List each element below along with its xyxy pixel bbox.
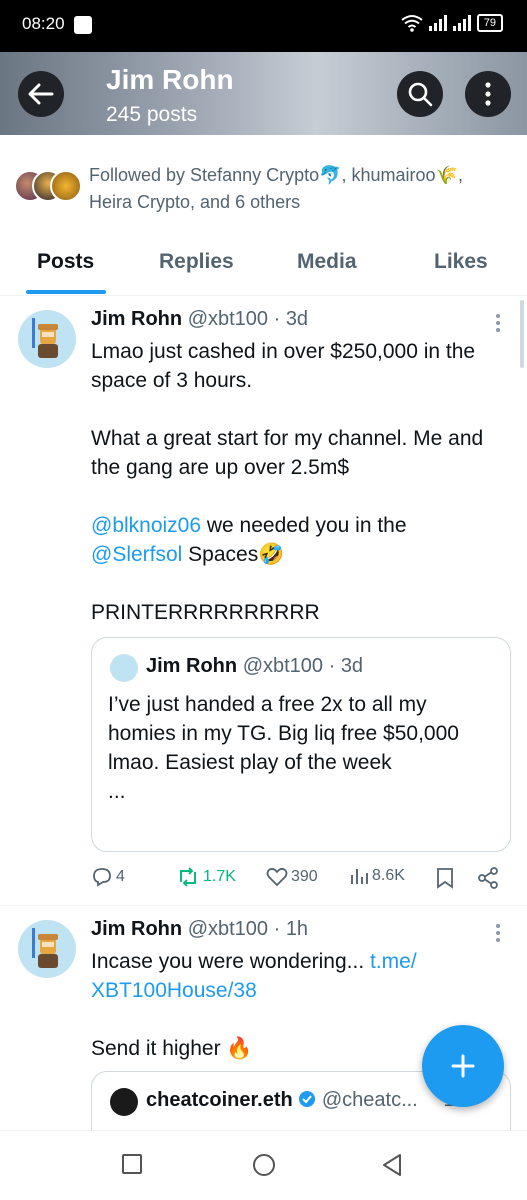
avatar-image (32, 318, 58, 358)
follower-avatars (14, 170, 84, 206)
tweet-text-line: What a great start for my channel. Me an… (91, 427, 484, 479)
wifi-icon (401, 15, 423, 32)
tweet-header: Jim Rohn @xbt100 · 3d (91, 308, 308, 331)
quote-header: cheatcoiner.eth @cheatc... 1h (146, 1089, 466, 1112)
views-count: 8.6K (372, 867, 405, 884)
quoted-tweet[interactable]: Jim Rohn @xbt100 · 3d I’ve just handed a… (91, 637, 511, 852)
more-vertical-icon (485, 82, 491, 106)
views-icon (351, 869, 368, 884)
compose-button[interactable] (422, 1025, 504, 1107)
like-count: 390 (291, 868, 318, 885)
tab-replies[interactable]: Replies (159, 250, 234, 274)
verified-icon (299, 1091, 316, 1107)
home-button[interactable] (252, 1153, 276, 1182)
views-button[interactable]: 8.6K (349, 867, 405, 885)
avatar[interactable] (18, 310, 76, 368)
author-name[interactable]: Jim Rohn (91, 918, 182, 940)
tweet-text-line: PRINTERRRRRRRRRR (91, 601, 320, 624)
post-count: 245 posts (106, 103, 198, 126)
mention-link[interactable]: @blknoiz06 (91, 514, 201, 537)
author-handle-time: @xbt100 · 3d (187, 308, 309, 330)
tab-posts[interactable]: Posts (37, 250, 94, 274)
battery-indicator: 79 (476, 14, 503, 32)
tab-likes[interactable]: Likes (434, 250, 488, 274)
tweet-text: Lmao just cashed in over $250,000 in the… (91, 337, 491, 627)
bookmark-button[interactable] (436, 867, 454, 889)
tweet-text: Incase you were wondering... t.me/ XBT10… (91, 947, 451, 1063)
profile-header: Jim Rohn 245 posts (0, 52, 527, 135)
quote-text-body: I’ve just handed a free 2x to all my hom… (108, 693, 459, 774)
system-nav-bar (0, 1130, 527, 1200)
signal-icon (428, 15, 447, 31)
like-icon (266, 867, 288, 887)
more-vertical-icon[interactable] (491, 924, 505, 944)
bookmark-icon (437, 868, 453, 889)
followed-by[interactable]: Followed by Stefanny Crypto🐬, khumairoo🌾… (14, 162, 514, 216)
tweet-text-fragment: we needed you in the (201, 514, 407, 537)
repost-count: 1.7K (203, 868, 236, 885)
tweet-text-line: @blknoiz06 we needed you in the @Slerfso… (91, 511, 491, 569)
profile-name: Jim Rohn (106, 64, 234, 95)
reply-button[interactable]: 4 (91, 867, 125, 887)
share-button[interactable] (477, 867, 499, 889)
search-button[interactable] (397, 71, 443, 117)
repost-icon (180, 867, 196, 887)
quote-author-name: cheatcoiner.eth (146, 1089, 293, 1111)
plus-icon (451, 1054, 475, 1078)
notification-icon (74, 16, 92, 34)
tweet-text-fragment: Incase you were wondering... (91, 950, 370, 973)
back-button[interactable] (18, 71, 64, 117)
tweet-actions: 4 1.7K 390 8.6K (91, 867, 511, 897)
followed-by-text: Followed by Stefanny Crypto🐬, khumairoo🌾… (89, 165, 463, 212)
more-vertical-icon[interactable] (491, 314, 505, 334)
tweet-text-line: Send it higher 🔥 (91, 1037, 253, 1060)
back-arrow-icon (28, 83, 54, 105)
tweet-text-line: Incase you were wondering... t.me/ XBT10… (91, 947, 451, 1005)
quote-handle-time: @xbt100 · 3d (242, 655, 364, 677)
recent-apps-icon (122, 1154, 142, 1174)
like-button[interactable]: 390 (266, 867, 318, 887)
tweet-text-line: Lmao just cashed in over $250,000 in the… (91, 340, 476, 392)
quote-text: I’ve just handed a free 2x to all my hom… (108, 690, 488, 806)
status-bar: 08:20 79 (0, 0, 527, 52)
home-icon (253, 1154, 275, 1176)
back-nav-button[interactable] (381, 1153, 403, 1182)
profile-tabs: Posts Replies Media Likes (0, 240, 527, 296)
quote-header: Jim Rohn @xbt100 · 3d (146, 655, 363, 678)
share-icon (478, 867, 498, 889)
reply-count: 4 (116, 868, 125, 885)
quote-author-name: Jim Rohn (146, 655, 238, 677)
search-icon (408, 82, 433, 107)
avatar[interactable] (18, 920, 76, 978)
repost-button[interactable]: 1.7K (176, 867, 236, 887)
signal-icon-2 (452, 15, 471, 31)
tweet-header: Jim Rohn @xbt100 · 1h (91, 918, 308, 941)
author-name[interactable]: Jim Rohn (91, 308, 182, 330)
mention-link[interactable]: @Slerfsol (91, 543, 182, 566)
more-options-button[interactable] (465, 71, 511, 117)
quote-more: ... (108, 780, 126, 803)
active-tab-indicator (26, 290, 106, 294)
status-time: 08:20 (22, 14, 65, 33)
tweet[interactable]: Jim Rohn @xbt100 · 3d Lmao just cashed i… (0, 297, 527, 905)
author-handle-time: @xbt100 · 1h (187, 918, 309, 940)
avatar (110, 654, 138, 682)
avatar (110, 1088, 138, 1116)
back-triangle-icon (383, 1154, 401, 1176)
avatar (50, 170, 82, 202)
tab-media[interactable]: Media (297, 250, 357, 274)
reply-icon (93, 868, 111, 887)
status-icons: 79 (401, 14, 503, 32)
quote-handle: @cheatc... (321, 1089, 418, 1111)
avatar-image (32, 928, 58, 968)
tweet-text-fragment: Spaces🤣 (182, 543, 285, 566)
recent-apps-button[interactable] (121, 1153, 143, 1180)
